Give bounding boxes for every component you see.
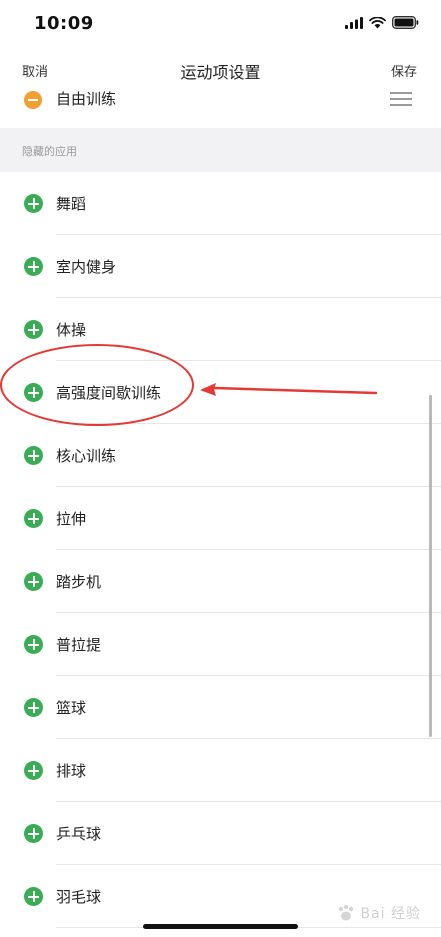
signal-icon	[345, 16, 363, 29]
wifi-icon	[369, 16, 386, 28]
add-icon[interactable]	[24, 824, 43, 843]
annotation-arrow-icon	[200, 383, 378, 396]
section-header-label: 隐藏的应用	[22, 145, 77, 158]
list-item-label: 羽毛球	[56, 888, 102, 906]
add-icon[interactable]	[24, 698, 43, 717]
add-icon[interactable]	[24, 572, 43, 591]
scrollbar[interactable]	[429, 395, 432, 737]
add-icon[interactable]	[24, 446, 43, 465]
list-item: 舞蹈	[0, 172, 441, 235]
battery-icon	[392, 16, 419, 29]
watermark-text: Bai 经验	[360, 906, 421, 922]
watermark: Bai 经验	[336, 903, 421, 923]
list-item: 踏步机	[0, 550, 441, 613]
list-item: 拉伸	[0, 487, 441, 550]
list-item-label: 核心训练	[56, 447, 117, 465]
list-item: 普拉提	[0, 613, 441, 676]
enabled-item-label: 自由训练	[56, 90, 117, 108]
nav-bar: 取消 运动项设置 保存	[0, 52, 441, 88]
list-item-label: 乒乓球	[56, 825, 102, 843]
save-button[interactable]: 保存	[391, 61, 417, 80]
list-item-label: 踏步机	[56, 573, 102, 591]
drag-handle-icon[interactable]	[390, 92, 412, 106]
status-bar: 10:09	[0, 0, 441, 52]
list-item: 核心训练	[0, 424, 441, 487]
list-item: 室内健身	[0, 235, 441, 298]
list-item-label: 篮球	[56, 699, 87, 717]
status-icons	[345, 16, 419, 29]
paw-logo-icon	[339, 904, 354, 921]
list-item: 排球	[0, 739, 441, 802]
list-item-label: 普拉提	[56, 636, 102, 654]
home-indicator[interactable]	[143, 924, 298, 929]
add-icon[interactable]	[24, 635, 43, 654]
add-icon[interactable]	[24, 257, 43, 276]
add-icon[interactable]	[24, 194, 43, 213]
list-item: 乒乓球	[0, 802, 441, 865]
page-title: 运动项设置	[180, 63, 261, 82]
list-item-label: 体操	[56, 321, 87, 339]
list-item-label: 排球	[56, 762, 87, 780]
add-icon[interactable]	[24, 509, 43, 528]
list-item-label: 室内健身	[56, 258, 117, 276]
add-icon[interactable]	[24, 887, 43, 906]
list-item: 篮球	[0, 676, 441, 739]
list-item-label: 拉伸	[56, 510, 87, 528]
remove-icon[interactable]	[24, 91, 42, 109]
add-icon[interactable]	[24, 761, 43, 780]
annotation-circle	[0, 344, 194, 426]
list-item-label: 舞蹈	[56, 195, 87, 213]
enabled-item: 自由训练	[0, 84, 441, 128]
status-time: 10:09	[34, 13, 94, 34]
hidden-apps-list: 舞蹈 室内健身 体操 高强度间歇训练 核心训练 拉伸 踏步机 普拉提 篮球 排球…	[0, 172, 441, 928]
section-header: 隐藏的应用	[0, 128, 441, 172]
add-icon[interactable]	[24, 320, 43, 339]
